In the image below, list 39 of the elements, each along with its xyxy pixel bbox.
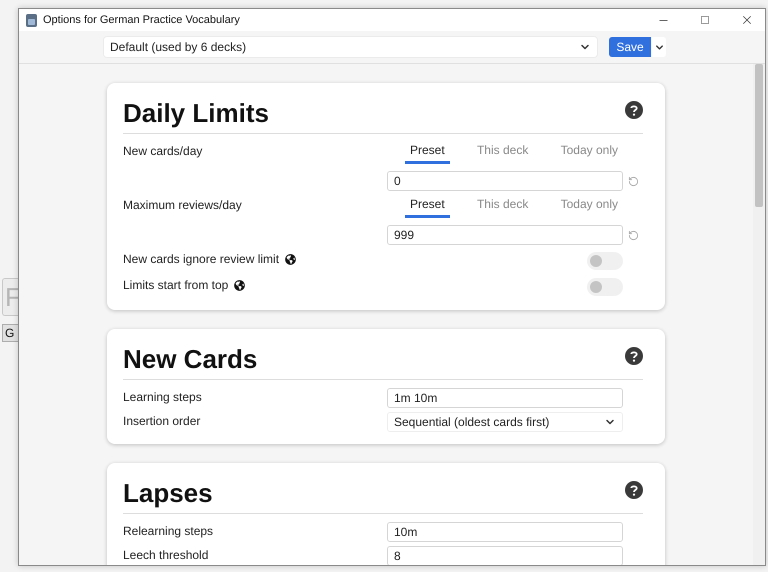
setting-label: Limits start from top: [123, 278, 228, 292]
preset-tab[interactable]: This deck: [472, 140, 534, 164]
number-field[interactable]: 999: [387, 225, 623, 245]
section-title: Daily Limits: [123, 97, 269, 129]
preset-tab[interactable]: Preset: [405, 140, 450, 164]
help-icon[interactable]: [625, 481, 643, 499]
preset-dropdown[interactable]: Default (used by 6 decks): [104, 37, 597, 57]
toggle-switch[interactable]: [587, 278, 623, 296]
scrollbar[interactable]: [753, 64, 765, 565]
maximize-icon[interactable]: [700, 15, 710, 25]
number-field[interactable]: 0: [387, 171, 623, 191]
setting-label: Leech threshold: [123, 548, 208, 562]
save-button[interactable]: Save: [609, 37, 651, 57]
setting-label: Learning steps: [123, 390, 202, 404]
setting-label: New cards ignore review limit: [123, 252, 280, 266]
help-icon[interactable]: [625, 347, 643, 365]
toggle-switch[interactable]: [587, 252, 623, 270]
preset-tab[interactable]: Today only: [556, 194, 623, 218]
setting-label: New cards/day: [123, 144, 202, 158]
text-field[interactable]: 8: [387, 546, 623, 565]
setting-label: Relearning steps: [123, 524, 214, 538]
globe-icon: [234, 280, 246, 290]
scrollbar-thumb[interactable]: [755, 64, 763, 207]
preset-tab[interactable]: This deck: [472, 194, 534, 218]
order-dropdown[interactable]: Sequential (oldest cards first): [387, 412, 623, 432]
background-button[interactable]: G: [2, 324, 18, 342]
preset-tab[interactable]: Preset: [405, 194, 450, 218]
section-title: Lapses: [123, 477, 213, 509]
text-field[interactable]: 10m: [387, 522, 623, 542]
help-icon[interactable]: [625, 101, 643, 119]
preset-tab[interactable]: Today only: [556, 140, 623, 164]
section-title: New Cards: [123, 343, 258, 375]
globe-icon: [285, 254, 296, 264]
save-menu-button[interactable]: [652, 37, 666, 57]
text-field[interactable]: 1m 10m: [387, 388, 623, 408]
app-icon: [26, 14, 37, 26]
window-title: Options for German Practice Vocabulary: [43, 14, 241, 26]
setting-label: Maximum reviews/day: [123, 198, 242, 212]
setting-label: Insertion order: [123, 414, 200, 428]
